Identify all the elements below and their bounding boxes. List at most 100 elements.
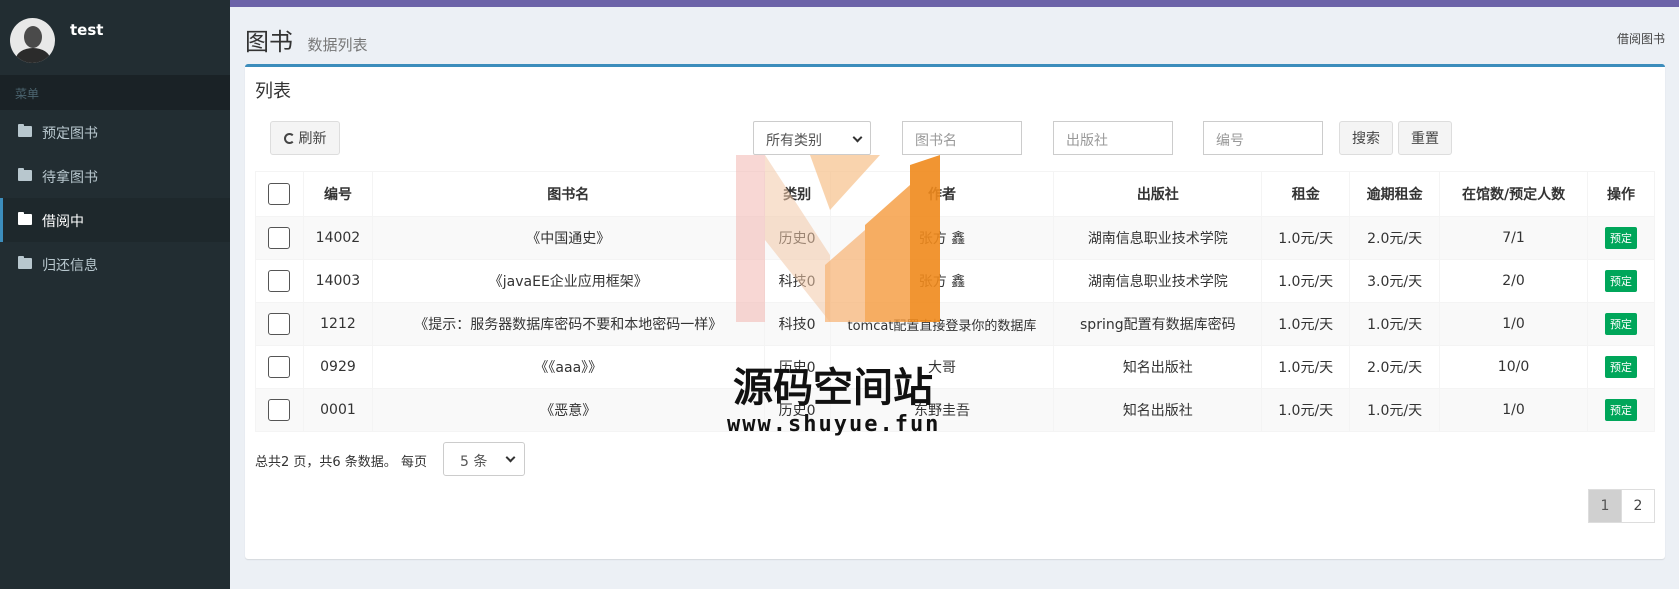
folder-icon [18,256,32,269]
cell-stock: 2/0 [1439,259,1588,303]
cell-overdue: 1.0元/天 [1349,302,1441,346]
cell-author: tomcat配置直接登录你的数据库 [829,302,1055,346]
column-header: 操作 [1586,171,1656,217]
cell-name: 《提示：服务器数据库密码不要和本地密码一样》 [371,302,765,346]
reset-button[interactable]: 重置 [1398,121,1452,155]
column-header: 租金 [1261,171,1351,217]
cell-id: 1212 [302,302,373,346]
sidebar-item-pickup[interactable]: 待拿图书 [0,154,230,198]
cell-publisher: 湖南信息职业技术学院 [1053,259,1263,303]
folder-icon [18,124,32,137]
reserve-button[interactable]: 预定 [1604,356,1637,378]
breadcrumb[interactable]: 借阅图书 [1617,30,1665,47]
chevron-down-icon [505,452,516,463]
book-name-input[interactable]: 图书名 [902,121,1022,155]
cell-rent: 1.0元/天 [1261,388,1351,432]
cell-publisher: spring配置有数据库密码 [1053,302,1263,346]
page-button-2[interactable]: 2 [1621,489,1655,523]
cell-publisher: 知名出版社 [1053,345,1263,389]
user-panel: test [0,0,230,75]
table-header-row: 编号 图书名 类别 作者 出版社 租金 逾期租金 在馆数/预定人数 操作 [255,171,1656,217]
cell-overdue: 2.0元/天 [1349,216,1441,260]
cell-id: 14003 [302,259,373,303]
cell-stock: 1/0 [1439,388,1588,432]
box-title: 列表 [255,81,291,102]
cell-id: 0001 [302,388,373,432]
refresh-button[interactable]: 刷新 [270,121,340,155]
cell-publisher: 知名出版社 [1053,388,1263,432]
cell-stock: 7/1 [1439,216,1588,260]
cell-rent: 1.0元/天 [1261,259,1351,303]
menu-header: 菜单 [0,75,230,110]
table-row: 1212 《提示：服务器数据库密码不要和本地密码一样》 科技0 tomcat配置… [255,302,1656,346]
reserve-button[interactable]: 预定 [1604,227,1637,249]
cell-category: 科技0 [763,302,831,346]
page-button-1[interactable]: 1 [1588,489,1622,523]
book-table: 编号 图书名 类别 作者 出版社 租金 逾期租金 在馆数/预定人数 操作 140… [255,171,1656,432]
avatar[interactable] [10,18,55,63]
cell-rent: 1.0元/天 [1261,216,1351,260]
cell-name: 《恶意》 [371,388,765,432]
sidebar-item-label: 预定图书 [42,126,98,142]
cell-category: 历史0 [763,216,831,260]
cell-rent: 1.0元/天 [1261,345,1351,389]
cell-author: 张方 鑫 [829,259,1055,303]
row-checkbox[interactable] [268,356,291,378]
row-checkbox[interactable] [268,399,291,421]
sidebar-item-label: 借阅中 [42,214,84,230]
table-row: 0001 《恶意》 历史0 东野圭吾 知名出版社 1.0元/天 1.0元/天 1… [255,388,1656,432]
cell-overdue: 2.0元/天 [1349,345,1441,389]
cell-name: 《《aaa》》 [371,345,765,389]
folder-icon [18,168,32,181]
sidebar-item-reserve[interactable]: 预定图书 [0,110,230,154]
row-checkbox[interactable] [268,270,291,292]
cell-author: 张方 鑫 [829,216,1055,260]
column-header: 逾期租金 [1349,171,1441,217]
page-subtitle: 数据列表 [307,36,368,54]
watermark-title: 源码空间站 [733,365,933,411]
cell-stock: 10/0 [1439,345,1588,389]
sidebar: test 菜单 预定图书 待拿图书 借阅中 归还信息 [0,0,230,589]
table-row: 0929 《《aaa》》 历史0 大哥 知名出版社 1.0元/天 2.0元/天 … [255,345,1656,389]
column-header: 图书名 [371,171,765,217]
code-input[interactable]: 编号 [1203,121,1323,155]
table-row: 14002 《中国通史》 历史0 张方 鑫 湖南信息职业技术学院 1.0元/天 … [255,216,1656,260]
cell-stock: 1/0 [1439,302,1588,346]
reserve-button[interactable]: 预定 [1604,399,1637,421]
table-row: 14003 《javaEE企业应用框架》 科技0 张方 鑫 湖南信息职业技术学院… [255,259,1656,303]
chevron-down-icon [852,132,863,143]
top-bar [0,0,1679,7]
cell-id: 14002 [302,216,373,260]
user-name: test [70,21,104,39]
publisher-input[interactable]: 出版社 [1053,121,1173,155]
list-box: 列表 刷新 所有类别 图书名 出版社 编号 搜索 重置 编号 图书名 类别 作者… [245,64,1665,559]
reserve-button[interactable]: 预定 [1604,270,1637,292]
refresh-icon [283,132,295,144]
column-header: 类别 [763,171,831,217]
sidebar-item-label: 归还信息 [42,258,98,274]
page-size-select[interactable]: 5 条 [443,442,525,476]
category-select-value: 所有类别 [766,133,822,149]
row-checkbox[interactable] [268,227,291,249]
reserve-button[interactable]: 预定 [1604,313,1637,335]
page-title: 图书 [245,28,293,56]
sidebar-item-return-info[interactable]: 归还信息 [0,242,230,286]
folder-icon [18,212,32,225]
select-all-checkbox[interactable] [268,183,291,205]
select-all-cell [255,171,304,217]
row-checkbox[interactable] [268,313,291,335]
cell-name: 《中国通史》 [371,216,765,260]
cell-name: 《javaEE企业应用框架》 [371,259,765,303]
pagination-summary: 总共2 页，共6 条数据。 每页 [255,455,427,470]
column-header: 编号 [302,171,373,217]
content-header: 图书 数据列表 [245,22,367,57]
sidebar-item-borrowing[interactable]: 借阅中 [0,198,230,242]
search-button[interactable]: 搜索 [1339,121,1393,155]
category-select[interactable]: 所有类别 [753,121,871,155]
column-header: 作者 [829,171,1055,217]
column-header: 在馆数/预定人数 [1439,171,1588,217]
refresh-label: 刷新 [298,131,327,147]
watermark-url: www.shuyue.fun [727,412,941,437]
column-header: 出版社 [1053,171,1263,217]
cell-category: 科技0 [763,259,831,303]
